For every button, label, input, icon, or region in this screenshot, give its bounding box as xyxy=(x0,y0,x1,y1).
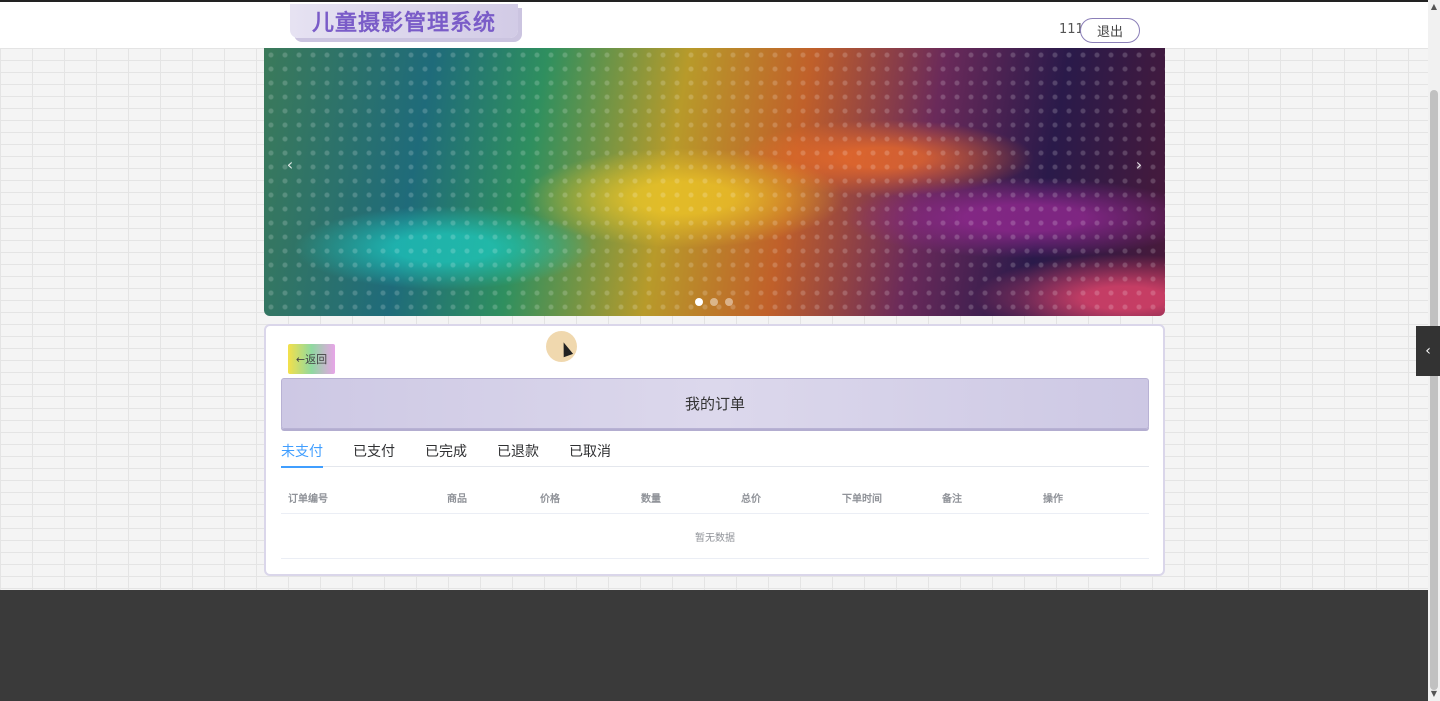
page-footer xyxy=(0,590,1428,701)
column-header-product: 商品 xyxy=(447,494,467,505)
carousel-banner xyxy=(264,48,1165,316)
column-header-order-time: 下单时间 xyxy=(842,494,882,505)
tab-paid[interactable]: 已支付 xyxy=(353,440,395,467)
banner-image xyxy=(264,48,1165,316)
column-header-remarks: 备注 xyxy=(942,494,962,505)
orders-table-header: 订单编号 商品 价格 数量 总价 下单时间 备注 操作 xyxy=(281,480,1149,514)
column-header-price: 价格 xyxy=(540,494,560,505)
column-header-quantity: 数量 xyxy=(641,494,661,505)
carousel-indicator[interactable] xyxy=(710,298,718,306)
scroll-down-icon[interactable]: ▼ xyxy=(1428,687,1440,701)
tab-completed[interactable]: 已完成 xyxy=(425,440,467,467)
site-logo: 儿童摄影管理系统 xyxy=(290,4,518,38)
column-header-order-id: 订单编号 xyxy=(288,494,328,505)
page-title-bar: 我的订单 xyxy=(281,378,1149,429)
logo-text: 儿童摄影管理系统 xyxy=(311,11,496,36)
scroll-up-icon[interactable]: ▲ xyxy=(1428,0,1440,14)
logout-button[interactable]: 退出 xyxy=(1080,18,1140,43)
side-panel-toggle-icon[interactable]: ‹ xyxy=(1416,326,1440,376)
top-header: 儿童摄影管理系统 111 退出 xyxy=(0,0,1428,48)
carousel-indicator[interactable] xyxy=(695,298,703,306)
carousel-next-icon[interactable]: › xyxy=(1131,157,1147,173)
carousel-indicator[interactable] xyxy=(725,298,733,306)
column-header-actions: 操作 xyxy=(1043,494,1063,505)
tab-refunded[interactable]: 已退款 xyxy=(497,440,539,467)
empty-text: 暂无数据 xyxy=(695,532,735,544)
scrollbar-thumb[interactable] xyxy=(1430,90,1438,690)
tab-cancelled[interactable]: 已取消 xyxy=(569,440,611,467)
page-title: 我的订单 xyxy=(684,395,745,413)
table-empty-row: 暂无数据 xyxy=(281,514,1149,559)
column-header-total: 总价 xyxy=(741,494,761,505)
tab-unpaid[interactable]: 未支付 xyxy=(281,440,323,468)
carousel-prev-icon[interactable]: ‹ xyxy=(282,157,298,173)
order-status-tabs: 未支付 已支付 已完成 已退款 已取消 xyxy=(281,440,1149,468)
back-button[interactable]: ←返回 xyxy=(288,344,335,374)
carousel-indicators xyxy=(695,298,733,306)
